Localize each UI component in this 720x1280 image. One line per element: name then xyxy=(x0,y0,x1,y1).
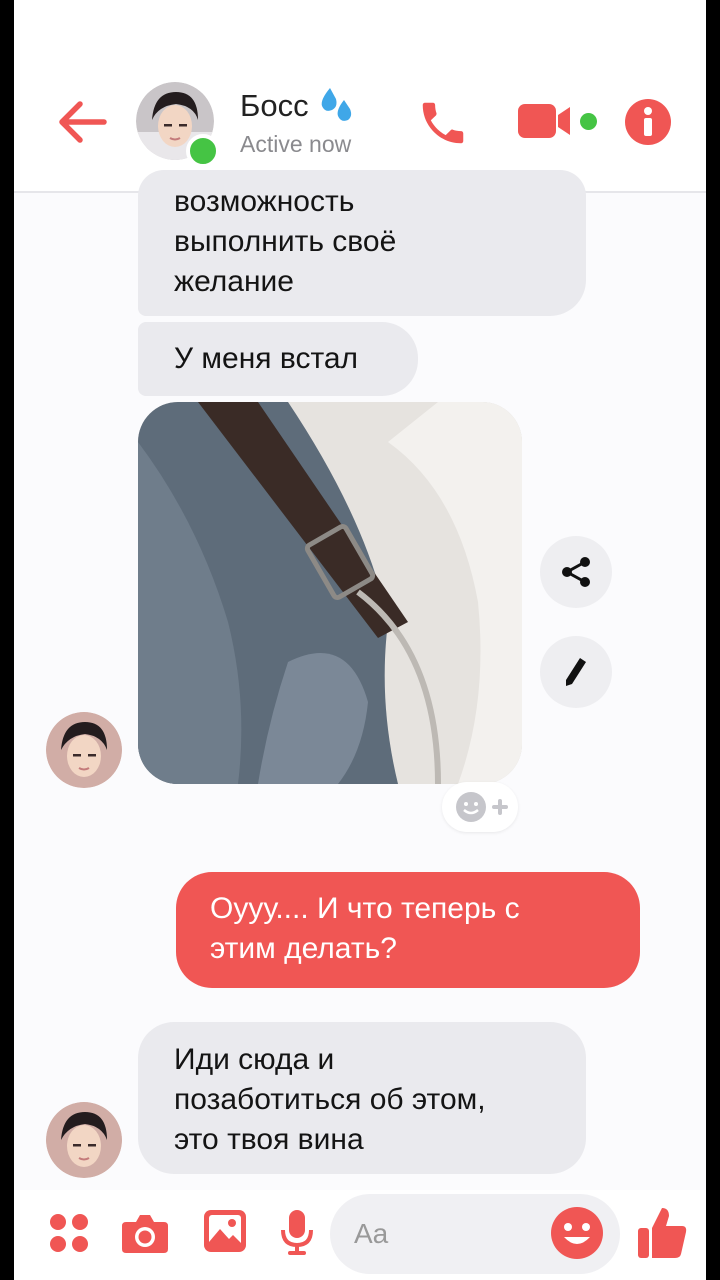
message-input-placeholder: Aa xyxy=(354,1218,389,1249)
contact-avatar[interactable] xyxy=(46,712,122,788)
online-indicator xyxy=(186,134,220,168)
message-text: Оууу.... И что теперь с xyxy=(210,892,520,925)
add-reaction-button[interactable] xyxy=(442,782,518,832)
sent-message[interactable]: Оууу.... И что теперь с этим делать? xyxy=(176,872,640,988)
message-text: Иди сюда и xyxy=(174,1043,335,1076)
message-text: это твоя вина xyxy=(174,1123,364,1156)
apps-grid-icon[interactable] xyxy=(48,1212,90,1254)
message-text: желание xyxy=(174,265,294,298)
camera-icon[interactable] xyxy=(120,1212,170,1254)
message-text: этим делать? xyxy=(210,932,397,965)
contact-name: Босс xyxy=(240,88,309,123)
chat-header: Босс Active now xyxy=(14,0,706,193)
share-icon xyxy=(562,557,590,587)
droplets-icon xyxy=(321,88,352,121)
video-online-dot xyxy=(580,113,597,130)
message-text: позаботиться об этом, xyxy=(174,1083,486,1116)
chat-screen: Босс Active now возможность выполнить св… xyxy=(14,0,706,1280)
video-camera-icon[interactable] xyxy=(516,100,572,142)
contact-avatar[interactable] xyxy=(46,1102,122,1178)
info-icon[interactable] xyxy=(624,98,672,146)
message-text: выполнить своё xyxy=(174,225,397,258)
presence-status: Active now xyxy=(240,131,352,157)
message-text: возможность xyxy=(174,185,355,218)
microphone-icon[interactable] xyxy=(280,1208,314,1256)
add-reaction-icon xyxy=(456,792,508,822)
gallery-icon[interactable] xyxy=(202,1208,248,1254)
received-message[interactable]: возможность выполнить своё желание xyxy=(138,170,586,316)
edit-pencil-icon xyxy=(566,658,586,686)
photo-message[interactable] xyxy=(138,402,522,784)
back-arrow-icon[interactable] xyxy=(54,98,110,146)
edit-button[interactable] xyxy=(540,636,612,708)
received-message[interactable]: У меня встал xyxy=(138,322,418,396)
emoji-icon[interactable] xyxy=(550,1206,604,1260)
message-text: У меня встал xyxy=(174,342,359,375)
share-button[interactable] xyxy=(540,536,612,608)
received-message[interactable]: Иди сюда и позаботиться об этом, это тво… xyxy=(138,1022,586,1174)
phone-icon[interactable] xyxy=(416,96,470,150)
thumbs-up-icon[interactable] xyxy=(636,1204,688,1260)
